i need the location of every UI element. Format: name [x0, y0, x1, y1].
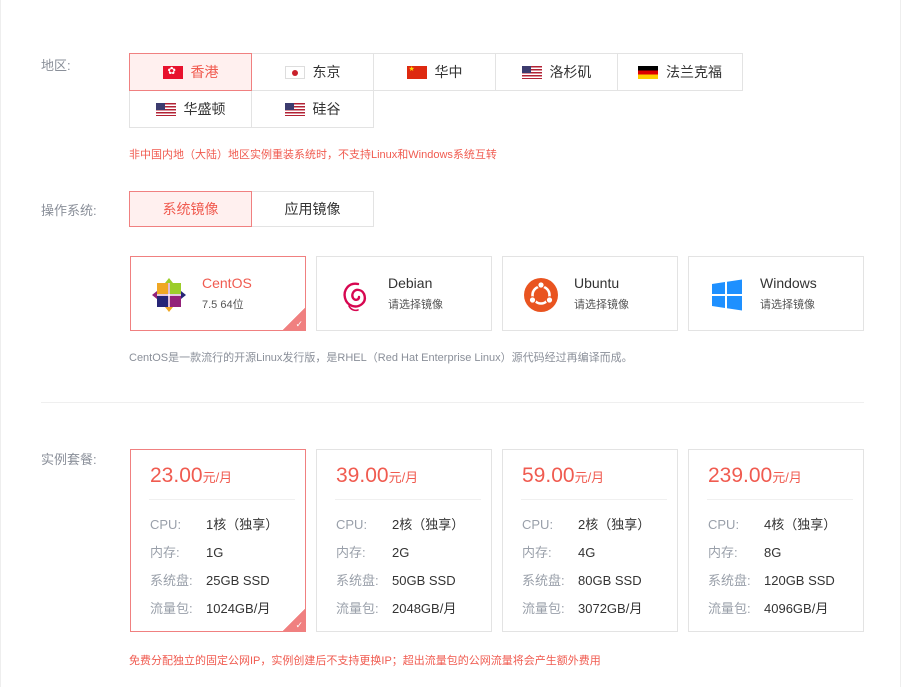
plan-traffic: 流量包: 2048GB/月 [336, 601, 457, 616]
selected-check-icon [283, 609, 305, 631]
region-option-label: 洛杉矶 [549, 64, 592, 80]
os-image-hint: 请选择镜像 [760, 299, 815, 311]
plan-memory: 内存: 2G [336, 545, 410, 560]
os-label: 操作系统: [41, 203, 97, 218]
os-description: CentOS是一款流行的开源Linux发行版，是RHEL（Red Hat Ent… [129, 352, 633, 364]
plan-card-4[interactable]: 239.00元/月 CPU: 4核（独享） 内存: 8G 系统盘: 120GB SSD… [688, 449, 864, 632]
plan-price: 39.00元/月 [336, 464, 419, 487]
plan-label: 实例套餐: [41, 452, 97, 467]
region-option-washington[interactable]: 华盛顿 [129, 90, 252, 128]
os-name: Debian [388, 275, 433, 291]
usa-flag-icon [521, 65, 542, 79]
usa-flag-icon [155, 102, 176, 116]
plan-separator [521, 499, 667, 500]
tab-system-image[interactable]: 系统镜像 [129, 191, 252, 227]
plan-cpu: CPU: 2核（独享） [522, 517, 651, 532]
plan-disk: 系统盘: 80GB SSD [522, 573, 642, 588]
ubuntu-icon [524, 278, 558, 312]
plan-cpu: CPU: 1核（独享） [150, 517, 279, 532]
region-option-label: 香港 [190, 64, 219, 80]
plan-separator [707, 499, 853, 500]
china-flag-icon [406, 65, 427, 79]
plan-disk: 系统盘: 120GB SSD [708, 573, 835, 588]
plan-cpu: CPU: 2核（独享） [336, 517, 465, 532]
plan-separator [335, 499, 481, 500]
region-option-label: 硅谷 [312, 101, 341, 117]
windows-icon [712, 279, 742, 311]
plan-card-2[interactable]: 39.00元/月 CPU: 2核（独享） 内存: 2G 系统盘: 50GB SSD 流… [316, 449, 492, 632]
os-version: 7.5 64位 [202, 299, 244, 311]
plan-memory: 内存: 4G [522, 545, 596, 560]
os-card-centos[interactable]: CentOS 7.5 64位 [130, 256, 306, 331]
region-option-label: 华盛顿 [183, 101, 226, 117]
region-option-los-angeles[interactable]: 洛杉矶 [495, 53, 618, 91]
plan-memory: 内存: 8G [708, 545, 782, 560]
region-option-frankfurt[interactable]: 法兰克福 [617, 53, 743, 91]
plan-separator [149, 499, 295, 500]
plan-price: 239.00元/月 [708, 464, 802, 487]
debian-icon [343, 282, 367, 312]
plan-disk: 系统盘: 25GB SSD [150, 573, 270, 588]
section-divider [41, 402, 864, 403]
region-option-tokyo[interactable]: 东京 [251, 53, 374, 91]
plan-traffic: 流量包: 3072GB/月 [522, 601, 643, 616]
region-option-hongkong[interactable]: 香港 [129, 53, 252, 91]
hongkong-flag-icon [162, 65, 183, 79]
plan-disk: 系统盘: 50GB SSD [336, 573, 456, 588]
os-name: Windows [760, 275, 817, 291]
germany-flag-icon [638, 65, 658, 79]
plan-note: 免费分配独立的固定公网IP，实例创建后不支持更换IP；超出流量包的公网流量将会产… [129, 655, 601, 667]
region-label: 地区: [41, 58, 71, 73]
plan-traffic: 流量包: 4096GB/月 [708, 601, 829, 616]
tab-app-image[interactable]: 应用镜像 [251, 191, 374, 227]
os-image-hint: 请选择镜像 [388, 299, 443, 311]
server-purchase-panel: 地区: 香港 东京 华中 洛杉矶 法兰克福 华盛顿 硅谷 非中 [0, 0, 901, 687]
os-card-windows[interactable]: Windows 请选择镜像 [688, 256, 864, 331]
region-note: 非中国内地（大陆）地区实例重装系统时，不支持Linux和Windows系统互转 [129, 149, 497, 161]
os-name: Ubuntu [574, 275, 620, 291]
os-card-ubuntu[interactable]: Ubuntu 请选择镜像 [502, 256, 678, 331]
region-option-silicon-valley[interactable]: 硅谷 [251, 90, 374, 128]
os-card-debian[interactable]: Debian 请选择镜像 [316, 256, 492, 331]
plan-card-3[interactable]: 59.00元/月 CPU: 2核（独享） 内存: 4G 系统盘: 80GB SSD 流… [502, 449, 678, 632]
region-option-label: 华中 [434, 64, 463, 80]
plan-memory: 内存: 1G [150, 545, 224, 560]
usa-flag-icon [284, 102, 305, 116]
plan-traffic: 流量包: 1024GB/月 [150, 601, 271, 616]
plan-price: 23.00元/月 [150, 464, 233, 487]
region-option-central-china[interactable]: 华中 [373, 53, 496, 91]
region-option-label: 东京 [312, 64, 341, 80]
selected-check-icon [283, 308, 305, 330]
plan-cpu: CPU: 4核（独享） [708, 517, 837, 532]
plan-price: 59.00元/月 [522, 464, 605, 487]
centos-icon [152, 278, 186, 312]
plan-card-1[interactable]: 23.00元/月 CPU: 1核（独享） 内存: 1G 系统盘: 25GB SSD 流… [130, 449, 306, 632]
japan-flag-icon [284, 65, 305, 79]
os-name: CentOS [202, 275, 252, 291]
region-option-label: 法兰克福 [666, 64, 722, 80]
os-image-hint: 请选择镜像 [574, 299, 629, 311]
